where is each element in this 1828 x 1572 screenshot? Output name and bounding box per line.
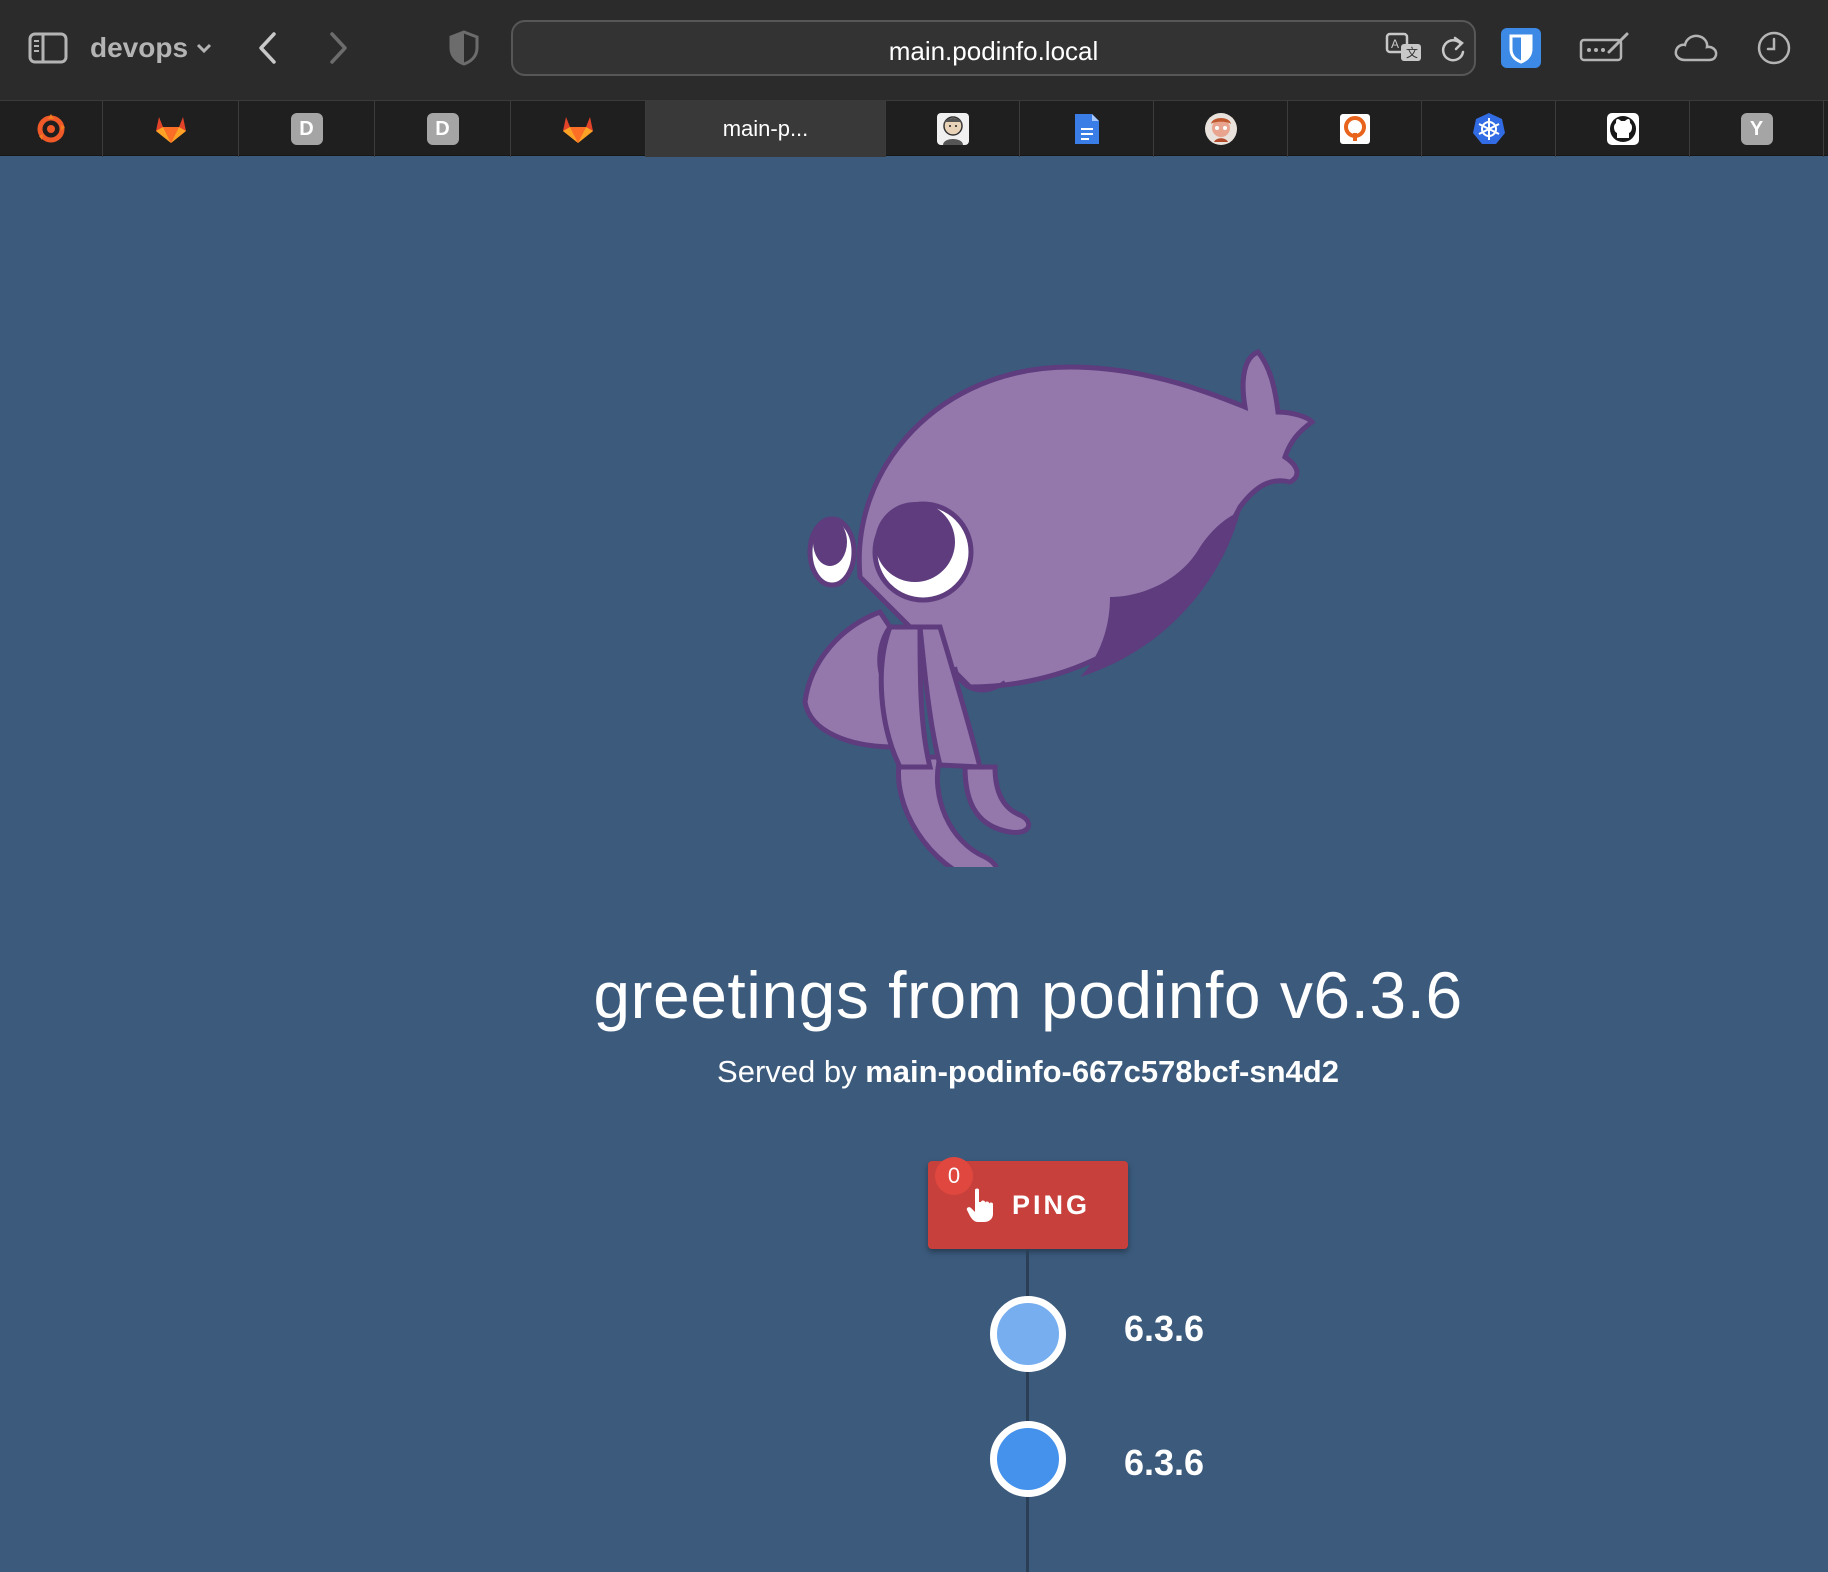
served-by-hostname: main-podinfo-667c578bcf-sn4d2 (865, 1054, 1339, 1089)
avatar-icon (1204, 113, 1237, 145)
ping-label: PING (1011, 1189, 1090, 1220)
timeline-version-label: 6.3.6 (1124, 1308, 1205, 1349)
tab-google-docs[interactable] (1020, 101, 1154, 157)
letter-d-icon: D (290, 113, 323, 145)
timeline-version-label: 6.3.6 (1124, 1442, 1205, 1483)
tab-d-1[interactable]: D (239, 101, 375, 157)
tab-y[interactable]: Y (1690, 101, 1824, 157)
jenkins-icon (936, 113, 969, 145)
browser-toolbar: devops main.podinfo.local A文 (0, 0, 1828, 100)
tab-bar: D D main-p... Y (0, 100, 1828, 157)
svg-text:A: A (1391, 37, 1399, 51)
tab-d-2[interactable]: D (375, 101, 511, 157)
url-text: main.podinfo.local (888, 36, 1099, 66)
svg-text:文: 文 (1406, 45, 1418, 60)
bitwarden-extension-icon[interactable] (1497, 24, 1545, 72)
reload-icon[interactable] (1439, 34, 1467, 69)
kubernetes-icon (1472, 113, 1505, 144)
orange-tool-icon (1339, 114, 1370, 144)
tab-title: main-p... (722, 116, 809, 141)
chevron-down-icon (196, 43, 212, 54)
gitlab-icon (563, 117, 593, 143)
tab-grafana[interactable] (0, 101, 103, 157)
back-icon[interactable] (244, 24, 292, 72)
letter-d-icon: D (426, 113, 459, 145)
tab-gitlab-1[interactable] (103, 101, 239, 157)
page-content: greetings from podinfo v6.3.6 Served by … (0, 157, 1828, 1572)
address-bar[interactable]: main.podinfo.local A文 (511, 20, 1476, 76)
privacy-shield-icon[interactable] (440, 24, 488, 72)
grafana-icon (37, 114, 65, 143)
podinfo-cuttlefish-mascot (802, 349, 1316, 867)
password-autofill-icon[interactable] (1578, 24, 1632, 72)
tab-orange-tool[interactable] (1288, 101, 1422, 157)
tab-github[interactable] (1556, 101, 1690, 157)
tab-gitlab-2[interactable] (511, 101, 646, 157)
sidebar-toggle-icon[interactable] (24, 24, 72, 72)
tab-podinfo-active[interactable]: main-p... (646, 101, 886, 157)
google-docs-icon (1074, 114, 1099, 144)
profile-switcher[interactable]: devops (90, 28, 212, 68)
icloud-icon[interactable] (1668, 24, 1724, 72)
forward-icon[interactable] (314, 24, 362, 72)
served-by-label: Served by (717, 1054, 857, 1089)
letter-y-icon: Y (1740, 113, 1773, 145)
served-by-text: Served by main-podinfo-667c578bcf-sn4d2 (0, 1054, 1828, 1090)
history-clock-icon[interactable] (1750, 24, 1798, 72)
timeline-dot (990, 1296, 1066, 1372)
tab-kubernetes[interactable] (1422, 101, 1556, 157)
translate-icon[interactable]: A文 (1385, 32, 1423, 69)
tab-avatar[interactable] (1154, 101, 1288, 157)
ping-count-badge: 0 (935, 1157, 973, 1195)
tab-jenkins[interactable] (886, 101, 1020, 157)
greeting-heading: greetings from podinfo v6.3.6 (593, 958, 1463, 1032)
github-icon (1606, 113, 1639, 145)
gitlab-icon (155, 117, 186, 143)
hand-pointer-icon (966, 1188, 993, 1222)
timeline-dot (990, 1421, 1066, 1497)
profile-name: devops (90, 32, 189, 63)
